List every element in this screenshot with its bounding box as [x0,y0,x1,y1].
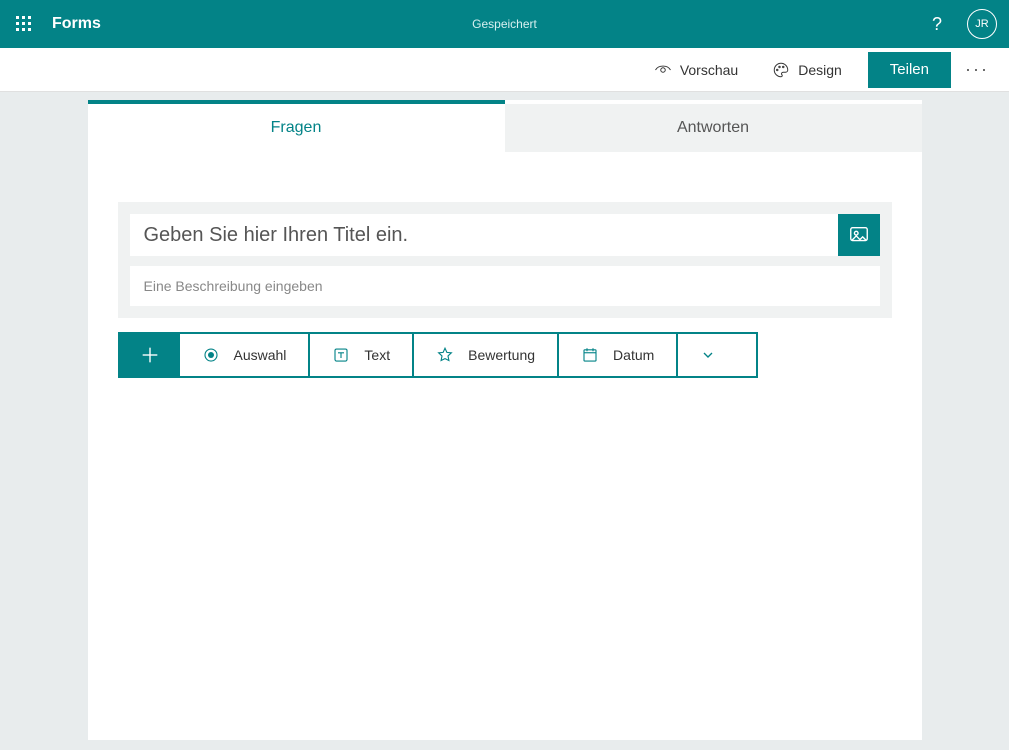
question-type-date[interactable]: Datum [559,334,678,376]
question-type-text[interactable]: Text [310,334,414,376]
help-icon: ? [932,14,942,35]
radio-icon [202,346,220,364]
help-button[interactable]: ? [921,8,953,40]
add-question-button[interactable] [120,334,180,376]
add-question-toolbar: Auswahl Text Bewertung Datum [118,332,758,378]
question-type-choice[interactable]: Auswahl [180,334,311,376]
app-header: Forms Gespeichert ? JR [0,0,1009,48]
calendar-icon [581,346,599,364]
editor-tabs: Fragen Antworten [88,104,922,152]
more-question-types-button[interactable] [678,334,738,376]
image-icon [848,224,870,246]
tab-answers-label: Antworten [677,119,749,137]
design-button[interactable]: Design [758,48,856,92]
form-editor-panel: Fragen Antworten [88,100,922,740]
form-description-input[interactable] [130,266,880,306]
user-avatar[interactable]: JR [967,9,997,39]
design-label: Design [798,62,842,78]
tab-questions[interactable]: Fragen [88,100,505,152]
ellipsis-icon: ··· [965,59,989,80]
eye-icon [654,61,672,79]
text-label: Text [364,347,390,363]
user-initials: JR [975,18,988,30]
palette-icon [772,61,790,79]
plus-icon [139,344,161,366]
command-bar: Vorschau Design Teilen ··· [0,48,1009,92]
save-status: Gespeichert [472,17,537,31]
star-icon [436,346,454,364]
preview-button[interactable]: Vorschau [640,48,752,92]
share-label: Teilen [890,61,929,78]
share-button[interactable]: Teilen [868,52,951,88]
app-launcher-button[interactable] [0,0,48,48]
app-name: Forms [52,15,101,33]
chevron-down-icon [700,347,716,363]
add-title-image-button[interactable] [838,214,880,256]
choice-label: Auswahl [234,347,287,363]
tab-questions-label: Fragen [271,119,322,137]
form-title-input[interactable] [130,214,838,256]
text-icon [332,346,350,364]
form-header-block [118,202,892,318]
preview-label: Vorschau [680,62,738,78]
waffle-icon [16,16,32,32]
rating-label: Bewertung [468,347,535,363]
question-type-rating[interactable]: Bewertung [414,334,559,376]
more-actions-button[interactable]: ··· [957,48,997,92]
tab-answers[interactable]: Antworten [505,104,922,152]
date-label: Datum [613,347,654,363]
